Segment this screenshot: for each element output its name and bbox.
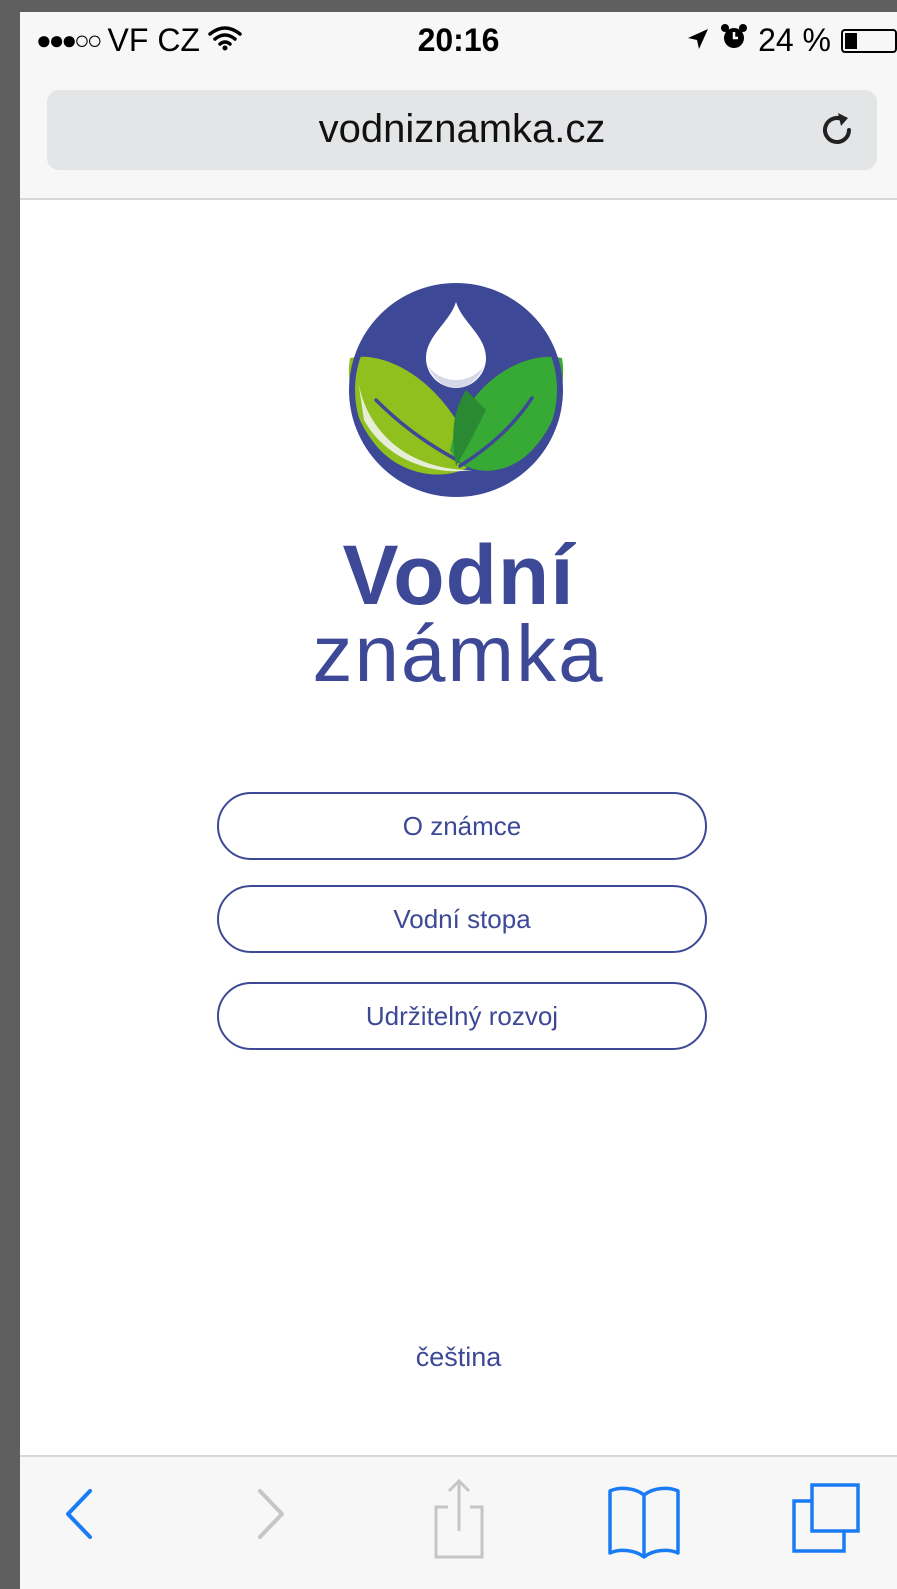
battery-icon	[841, 28, 897, 53]
status-bar: ●●●○○ VF CZ 20:16 24 %	[20, 12, 897, 72]
battery-percent: 24 %	[758, 22, 831, 58]
status-right: 24 %	[686, 22, 897, 59]
about-stamp-button[interactable]: O známce	[217, 792, 707, 860]
browser-window: ●●●○○ VF CZ 20:16 24 % vodniznamka.cz Vo…	[20, 12, 897, 1589]
address-bar[interactable]: vodniznamka.cz	[47, 90, 877, 170]
location-icon	[686, 22, 710, 59]
browser-toolbar	[20, 1455, 897, 1589]
battery-level	[845, 32, 857, 49]
brand-subtitle: známka	[312, 609, 605, 698]
alarm-icon	[720, 22, 748, 59]
language-link[interactable]: čeština	[20, 1342, 897, 1373]
share-icon[interactable]	[424, 1478, 494, 1559]
logo-icon	[346, 280, 566, 500]
reload-icon[interactable]	[817, 110, 857, 150]
url-text[interactable]: vodniznamka.cz	[47, 107, 877, 152]
tabs-icon[interactable]	[788, 1479, 868, 1553]
forward-icon[interactable]	[234, 1479, 304, 1549]
back-icon[interactable]	[46, 1479, 116, 1549]
sustainable-development-button[interactable]: Udržitelný rozvoj	[217, 982, 707, 1050]
water-footprint-button[interactable]: Vodní stopa	[217, 885, 707, 953]
bookmarks-icon[interactable]	[604, 1479, 684, 1559]
navigation-bar: vodniznamka.cz	[20, 72, 897, 200]
